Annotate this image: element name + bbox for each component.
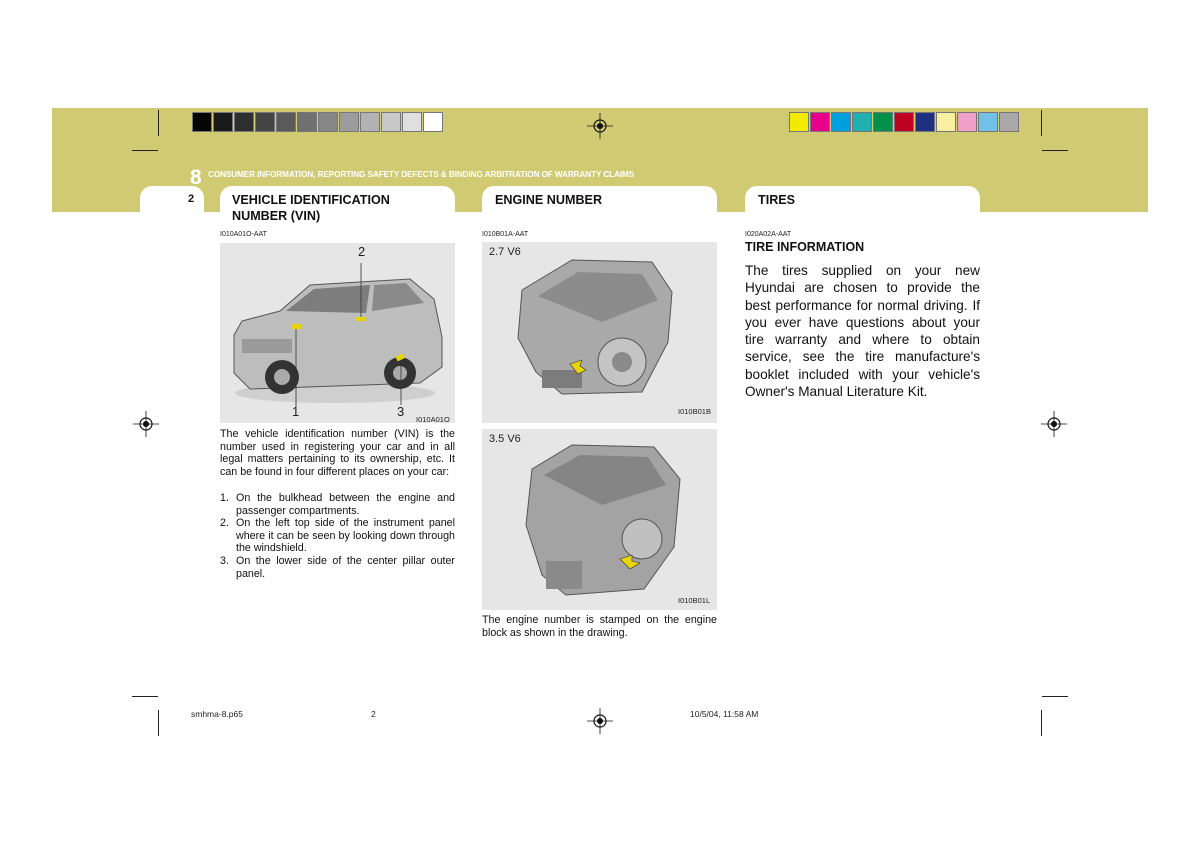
page-number-tab xyxy=(140,186,204,212)
calibration-swatch xyxy=(402,112,422,132)
calibration-swatch xyxy=(789,112,809,132)
engine-label: 3.5 V6 xyxy=(489,433,521,445)
registration-mark-icon xyxy=(1041,411,1067,437)
calibration-swatch xyxy=(423,112,443,132)
list-item: 1. On the bulkhead between the engine and… xyxy=(220,492,455,517)
crop-mark xyxy=(158,710,159,736)
crop-mark xyxy=(158,110,159,136)
callout-1: 1 xyxy=(292,404,300,419)
footer-timestamp: 10/5/04, 11:58 AM xyxy=(690,709,759,719)
tire-paragraph: The tires supplied on your new Hyundai a… xyxy=(745,263,980,400)
registration-mark-icon xyxy=(587,113,613,139)
section-code: I020A02A-AAT xyxy=(745,231,792,238)
list-item: 2. On the left top side of the instrument… xyxy=(220,517,455,555)
section-title-tires: TIRES xyxy=(758,193,796,207)
crop-mark xyxy=(1041,110,1042,136)
calibration-swatch xyxy=(360,112,380,132)
registration-mark-icon xyxy=(587,708,613,734)
calibration-swatch xyxy=(852,112,872,132)
calibration-swatch xyxy=(276,112,296,132)
engine-icon xyxy=(525,444,681,596)
crop-mark xyxy=(1041,710,1042,736)
footer-file: smhma-8.p65 xyxy=(191,709,243,719)
calibration-swatch xyxy=(831,112,851,132)
calibration-swatch xyxy=(255,112,275,132)
calibration-swatch xyxy=(978,112,998,132)
chapter-title: CONSUMER INFORMATION, REPORTING SAFETY D… xyxy=(208,170,635,179)
section-title-vin: VEHICLE IDENTIFICATION NUMBER (VIN) xyxy=(232,193,390,223)
calibration-swatch xyxy=(873,112,893,132)
calibration-swatch xyxy=(318,112,338,132)
engine-paragraph: The engine number is stamped on the engi… xyxy=(482,614,717,639)
engine-label: 2.7 V6 xyxy=(489,246,521,258)
calibration-swatch xyxy=(234,112,254,132)
tire-information-heading: TIRE INFORMATION xyxy=(745,240,865,254)
figure-code: I010B01L xyxy=(678,596,711,605)
calibration-swatch xyxy=(957,112,977,132)
crop-mark xyxy=(1042,150,1068,151)
list-item: 3. On the lower side of the center pillar… xyxy=(220,554,455,580)
color-calibration-bar xyxy=(789,112,1020,132)
vin-location-list: 1. On the bulkhead between the engine and… xyxy=(220,492,455,580)
grayscale-calibration-bar xyxy=(192,112,444,132)
calibration-swatch xyxy=(894,112,914,132)
callout-3: 3 xyxy=(397,404,405,419)
figure-code: I010B01B xyxy=(678,407,711,416)
page-number: 2 xyxy=(188,193,195,205)
engine-35-illustration: 3.5 V6 I010B01L xyxy=(482,429,717,610)
calibration-swatch xyxy=(810,112,830,132)
suv-icon xyxy=(233,263,443,407)
crop-mark xyxy=(1042,696,1068,697)
callout-2: 2 xyxy=(358,244,366,259)
calibration-swatch xyxy=(999,112,1019,132)
registration-mark-icon xyxy=(133,411,159,437)
crop-mark xyxy=(132,696,158,697)
calibration-swatch xyxy=(297,112,317,132)
vin-paragraph: The vehicle identification number (VIN) … xyxy=(220,428,455,478)
calibration-swatch xyxy=(936,112,956,132)
footer-page: 2 xyxy=(371,709,376,719)
calibration-swatch xyxy=(381,112,401,132)
calibration-swatch xyxy=(192,112,212,132)
crop-mark xyxy=(132,150,158,151)
calibration-swatch xyxy=(213,112,233,132)
calibration-swatch xyxy=(915,112,935,132)
section-code: I010A01O-AAT xyxy=(220,231,267,238)
engine-27-illustration: 2.7 V6 I010B01B xyxy=(482,242,717,423)
calibration-swatch xyxy=(339,112,359,132)
engine-icon xyxy=(517,259,673,395)
section-title-engine: ENGINE NUMBER xyxy=(495,193,603,207)
section-code: I010B01A-AAT xyxy=(482,231,529,238)
figure-code: I010A01O xyxy=(416,415,450,424)
vehicle-vin-illustration: 2 1 3 I010A01O xyxy=(220,243,455,424)
